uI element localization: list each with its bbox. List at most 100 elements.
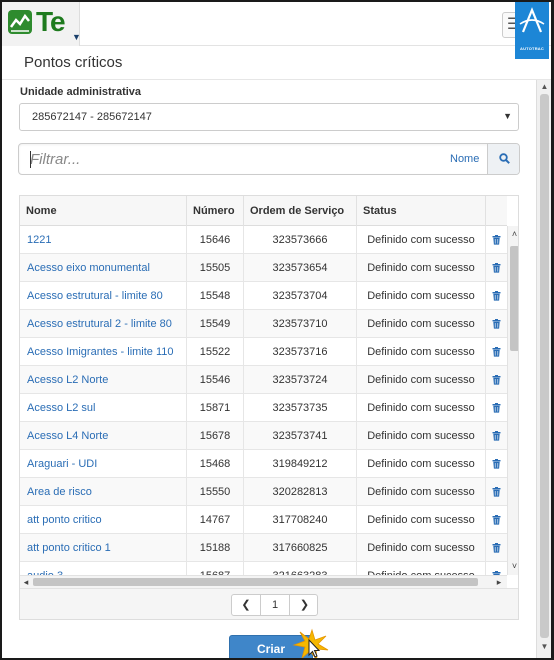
scroll-thumb[interactable] [510, 246, 518, 351]
table-row[interactable]: Acesso eixo monumental 15505 323573654 Defi… [20, 254, 507, 282]
previous-page-button[interactable]: ❮ [232, 595, 261, 615]
delete-button[interactable] [486, 282, 507, 310]
row-name-link[interactable]: Acesso estrutural 2 - limite 80 [20, 310, 187, 338]
trash-icon [492, 290, 501, 302]
app-logo-menu[interactable]: Te ▼ [2, 2, 81, 46]
row-name-link[interactable]: Acesso Imigrantes - limite 110 [20, 338, 187, 366]
row-status: Definido com sucesso [357, 422, 486, 450]
current-page[interactable]: 1 [261, 595, 290, 615]
delete-button[interactable] [486, 338, 507, 366]
row-service-order: 317660825 [244, 534, 357, 562]
delete-button[interactable] [486, 450, 507, 478]
page-title: Pontos críticos [24, 54, 123, 71]
trash-icon [492, 346, 501, 358]
delete-button[interactable] [486, 534, 507, 562]
brand-logo-icon [519, 7, 545, 33]
column-header-status[interactable]: Status [357, 196, 486, 226]
page-vertical-scrollbar[interactable]: ▲ ▼ [536, 80, 551, 658]
table-row[interactable]: Acesso L2 sul 15871 323573735 Definido com … [20, 394, 507, 422]
search-button[interactable] [487, 144, 519, 174]
delete-button[interactable] [486, 478, 507, 506]
row-name-link[interactable]: att ponto critico [20, 506, 187, 534]
row-number: 15468 [187, 450, 244, 478]
row-number: 15549 [187, 310, 244, 338]
row-status: Definido com sucesso [357, 366, 486, 394]
next-page-button[interactable]: ❯ [290, 595, 317, 615]
delete-button[interactable] [486, 310, 507, 338]
chevron-down-icon: ▼ [503, 111, 512, 121]
table-row[interactable]: Acesso L4 Norte 15678 323573741 Definido co… [20, 422, 507, 450]
filter-input[interactable] [19, 144, 449, 174]
row-name-link[interactable]: Acesso estrutural - limite 80 [20, 282, 187, 310]
top-bar: Te ▼ ☰ AUTOTRAC [2, 2, 551, 59]
table-horizontal-scrollbar[interactable]: ◂ ▸ [20, 575, 507, 588]
scroll-thumb[interactable] [540, 94, 549, 638]
row-number: 15188 [187, 534, 244, 562]
app-window: Te ▼ ☰ AUTOTRAC Pontos críticos Unidade … [2, 2, 551, 658]
row-name-link[interactable]: audio 3 [20, 562, 187, 575]
table-vertical-scrollbar[interactable]: ˄ ˅ [507, 226, 518, 575]
row-service-order: 323573704 [244, 282, 357, 310]
table-row[interactable]: Acesso estrutural - limite 80 15548 323573… [20, 282, 507, 310]
scroll-right-arrow[interactable]: ▸ [493, 576, 505, 588]
trash-icon [492, 430, 501, 442]
delete-button[interactable] [486, 562, 507, 575]
scroll-down-arrow[interactable]: ▼ [539, 642, 550, 654]
row-service-order: 317708240 [244, 506, 357, 534]
delete-button[interactable] [486, 394, 507, 422]
table-row[interactable]: Acesso estrutural 2 - limite 80 15549 3235… [20, 310, 507, 338]
trash-icon [492, 458, 501, 470]
row-service-order: 319849212 [244, 450, 357, 478]
row-name-link[interactable]: Acesso L2 Norte [20, 366, 187, 394]
row-status: Definido com sucesso [357, 282, 486, 310]
table-row[interactable]: audio 315687321663283Definido com sucess… [20, 562, 507, 575]
row-number: 15646 [187, 226, 244, 254]
scroll-down-arrow[interactable]: ˅ [509, 560, 518, 572]
table-row[interactable]: att ponto critico 1 15188 317660825 Definid… [20, 534, 507, 562]
table-row[interactable]: Area de risco 15550 320282813 Definido com … [20, 478, 507, 506]
row-status: Definido com sucesso [357, 562, 486, 575]
scroll-thumb[interactable] [33, 578, 478, 586]
row-service-order: 323573666 [244, 226, 357, 254]
scroll-up-arrow[interactable]: ▲ [539, 82, 550, 94]
table-row[interactable]: 1221 15646 323573666 Definido com sucesso [20, 226, 507, 254]
row-status: Definido com sucesso [357, 506, 486, 534]
column-header-ordem-servico[interactable]: Ordem de Serviço [244, 196, 357, 226]
table-row[interactable]: Acesso L2 Norte 15546 323573724 Definido co… [20, 366, 507, 394]
trash-icon [492, 542, 501, 554]
delete-button[interactable] [486, 254, 507, 282]
scroll-left-arrow[interactable]: ◂ [20, 576, 32, 588]
row-number: 15550 [187, 478, 244, 506]
trash-icon [492, 514, 501, 526]
table-row[interactable]: att ponto critico 14767 317708240 Definido … [20, 506, 507, 534]
row-number: 15548 [187, 282, 244, 310]
row-status: Definido com sucesso [357, 310, 486, 338]
row-service-order: 323573716 [244, 338, 357, 366]
filter-scope-dropdown[interactable]: Nome [450, 153, 479, 165]
delete-button[interactable] [486, 226, 507, 254]
trash-icon [492, 486, 501, 498]
row-service-order: 323573654 [244, 254, 357, 282]
column-header-numero[interactable]: Número [187, 196, 244, 226]
critical-points-table: Nome Número Ordem de Serviço Status 1221… [19, 195, 519, 620]
row-name-link[interactable]: 1221 [20, 226, 187, 254]
row-status: Definido com sucesso [357, 534, 486, 562]
row-name-link[interactable]: Area de risco [20, 478, 187, 506]
row-name-link[interactable]: Araguari - UDI [20, 450, 187, 478]
row-status: Definido com sucesso [357, 450, 486, 478]
row-service-order: 321663283 [244, 562, 357, 575]
row-name-link[interactable]: att ponto critico 1 [20, 534, 187, 562]
pagination: ❮ 1 ❯ [231, 594, 318, 616]
delete-button[interactable] [486, 422, 507, 450]
admin-unit-select[interactable]: 285672147 - 285672147 ▼ [19, 103, 519, 131]
table-row[interactable]: Araguari - UDI 15468 319849212 Definido com… [20, 450, 507, 478]
scroll-up-arrow[interactable]: ˄ [509, 228, 518, 240]
delete-button[interactable] [486, 506, 507, 534]
table-row[interactable]: Acesso Imigrantes - limite 110 15522 32357… [20, 338, 507, 366]
row-name-link[interactable]: Acesso L4 Norte [20, 422, 187, 450]
column-header-nome[interactable]: Nome [20, 196, 187, 226]
main-content: Unidade administrativa 285672147 - 28567… [2, 80, 536, 658]
row-name-link[interactable]: Acesso L2 sul [20, 394, 187, 422]
delete-button[interactable] [486, 366, 507, 394]
row-name-link[interactable]: Acesso eixo monumental [20, 254, 187, 282]
